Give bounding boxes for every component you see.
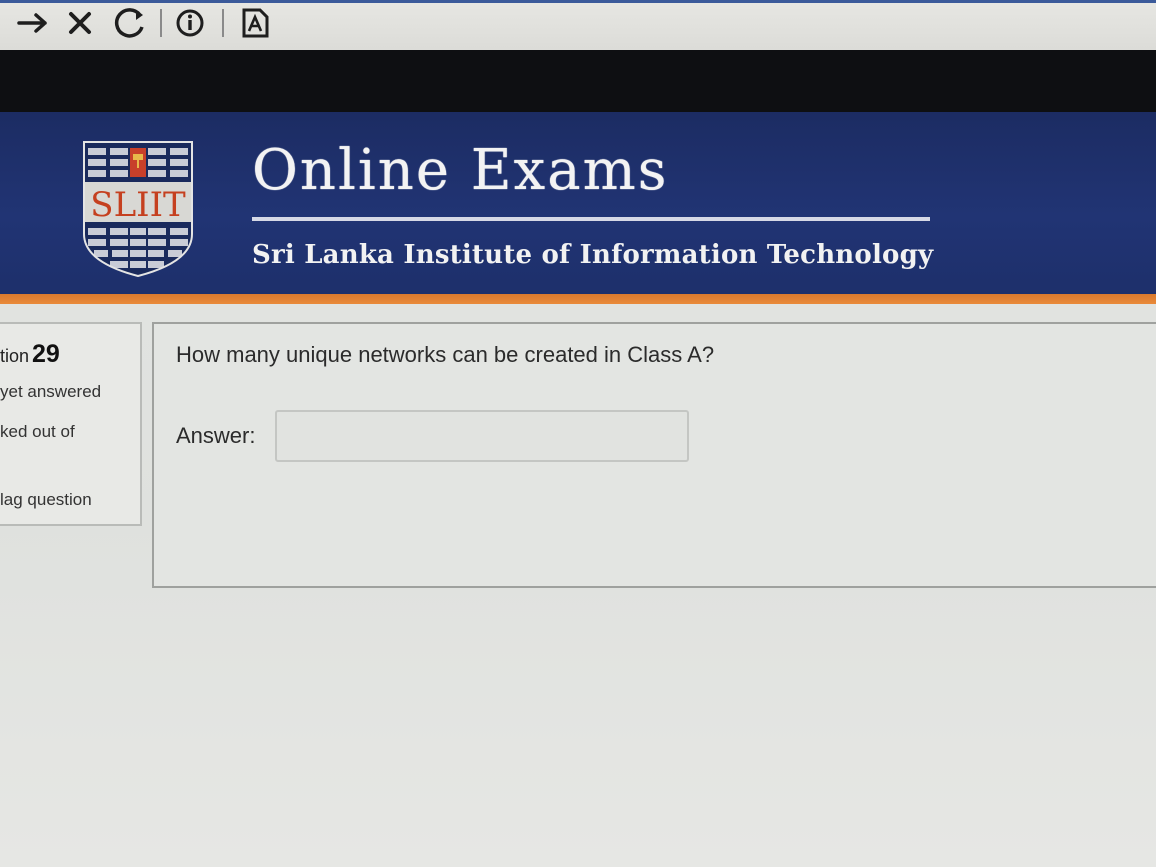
sliit-logo: SLIIT — [83, 141, 193, 278]
reload-icon[interactable] — [108, 5, 152, 41]
logo-text: SLIIT — [90, 185, 186, 225]
forward-arrow-icon[interactable] — [14, 5, 54, 41]
question-info-panel: tion 29 yet answered ked out of lag quest… — [0, 322, 142, 526]
question-label: tion — [0, 346, 30, 366]
reader-icon[interactable] — [236, 5, 274, 41]
info-icon[interactable] — [172, 5, 208, 41]
question-text: How many unique networks can be created … — [176, 342, 715, 367]
question-label-line: tion 29 — [0, 340, 60, 369]
site-title: Online Exams — [252, 138, 669, 203]
site-subtitle: Sri Lanka Institute of Information Techn… — [252, 240, 934, 270]
question-marks: ked out of — [0, 422, 75, 441]
header-accent-stripe — [0, 294, 1156, 304]
browser-toolbar — [0, 0, 1156, 50]
question-number: 29 — [32, 340, 60, 368]
answer-label: Answer: — [176, 423, 256, 448]
title-divider — [252, 217, 930, 221]
close-icon[interactable] — [62, 5, 98, 41]
dark-navigation-strip — [0, 50, 1156, 118]
flag-question-link[interactable]: lag question — [0, 490, 92, 510]
question-state: yet answered — [0, 382, 102, 401]
answer-input[interactable] — [275, 410, 689, 462]
